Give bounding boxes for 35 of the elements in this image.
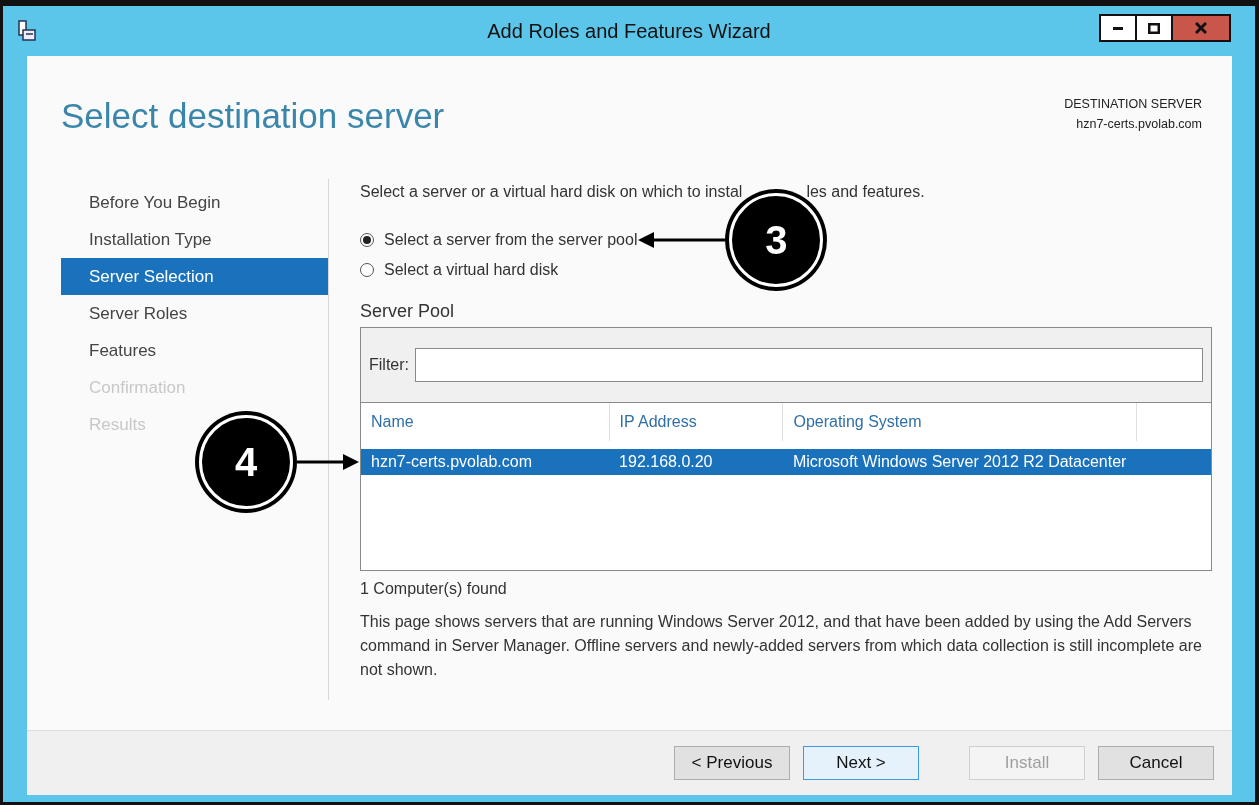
window-title: Add Roles and Features Wizard xyxy=(487,19,771,42)
result-count: 1 Computer(s) found xyxy=(360,579,508,599)
nav-item[interactable]: Installation Type xyxy=(61,221,328,258)
close-icon xyxy=(1195,22,1207,34)
info-text: This page shows servers that are running Windows Server 2012, and that have been added by using the Add Servers command in Server Manager. Offline servers and newly-added servers from which data collection is still incomplete are not shown. xyxy=(360,612,1203,680)
column-header[interactable]: Operating System xyxy=(782,403,1137,441)
table-cell: hzn7-certs.pvolab.com xyxy=(361,449,610,475)
filter-field[interactable] xyxy=(415,348,1203,382)
minimize-button[interactable] xyxy=(1099,14,1137,42)
radio-button[interactable] xyxy=(360,233,374,247)
nav-item[interactable]: Server Selection xyxy=(61,258,328,295)
nav-item[interactable]: Server Roles xyxy=(61,295,328,332)
column-header[interactable]: Name xyxy=(361,403,610,441)
radio-label[interactable]: Select a server from the server pool xyxy=(384,231,638,248)
wizard-button[interactable]: < Previous xyxy=(674,746,790,780)
maximize-icon xyxy=(1148,22,1160,34)
column-header[interactable]: IP Address xyxy=(609,403,783,441)
destination-server: hzn7-certs.pvolab.com xyxy=(1075,116,1202,133)
wizard-button[interactable]: Next > xyxy=(803,746,919,780)
minimize-icon xyxy=(1113,26,1123,30)
section-title: Server Pool xyxy=(360,301,456,323)
destination-label: DESTINATION SERVER xyxy=(1064,96,1202,113)
server-manager-icon xyxy=(17,20,37,42)
nav-item[interactable]: Before You Begin xyxy=(61,184,328,221)
nav-item[interactable]: Features xyxy=(61,332,328,369)
radio-label[interactable]: Select a virtual hard disk xyxy=(384,261,559,278)
table-cell: Microsoft Windows Server 2012 R2 Datacenter xyxy=(782,449,1137,475)
filter-label: Filter: xyxy=(369,356,409,374)
table-cell: 192.168.0.20 xyxy=(609,449,783,475)
arrow xyxy=(297,452,359,472)
maximize-button[interactable] xyxy=(1135,14,1173,42)
page-heading: Select destination server xyxy=(61,96,445,137)
wizard-button[interactable]: Cancel xyxy=(1098,746,1214,780)
close-button[interactable] xyxy=(1171,14,1231,42)
radio-button[interactable] xyxy=(360,263,374,277)
